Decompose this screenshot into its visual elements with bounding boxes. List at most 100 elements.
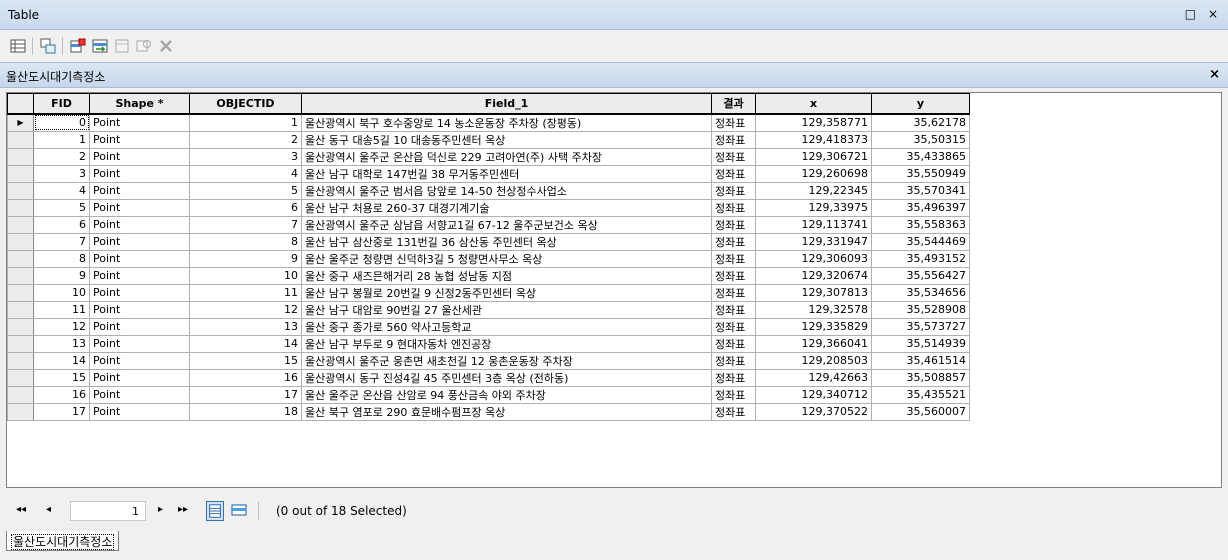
cell-objectid[interactable]: 2: [189, 130, 302, 149]
cell-shape[interactable]: Point: [89, 147, 190, 166]
cell-objectid[interactable]: 5: [189, 181, 302, 200]
cell-shape[interactable]: Point: [89, 130, 190, 149]
current-record-field[interactable]: 1: [70, 501, 146, 521]
clear-selection-icon[interactable]: [114, 38, 130, 54]
cell-result[interactable]: 정좌표: [711, 368, 756, 387]
cell-result[interactable]: 정좌표: [711, 113, 756, 132]
row-selector[interactable]: [7, 300, 34, 319]
cell-fid[interactable]: 4: [33, 181, 90, 200]
cell-x[interactable]: 129,42663: [755, 368, 872, 387]
cell-field-1[interactable]: 울산 울주군 온산읍 산암로 94 풍산금속 야외 주차장: [301, 385, 712, 404]
cell-result[interactable]: 정좌표: [711, 283, 756, 302]
table-row[interactable]: 17 Point 18 울산 북구 염포로 290 효문배수펌프장 옥상 정좌표 129,…: [7, 402, 970, 421]
cell-result[interactable]: 정좌표: [711, 300, 756, 319]
cell-shape[interactable]: Point: [89, 266, 190, 285]
cell-fid[interactable]: 13: [33, 334, 90, 353]
cell-objectid[interactable]: 1: [189, 113, 302, 132]
cell-y[interactable]: 35,570341: [871, 181, 970, 200]
cell-field-1[interactable]: 울산 남구 대학로 147번길 38 무거동주민센터: [301, 164, 712, 183]
cell-result[interactable]: 정좌표: [711, 351, 756, 370]
cell-x[interactable]: 129,306093: [755, 249, 872, 268]
cell-x[interactable]: 129,260698: [755, 164, 872, 183]
previous-record-button[interactable]: ◂: [46, 504, 51, 515]
last-record-button[interactable]: ▸▸: [178, 504, 188, 515]
table-row[interactable]: 14 Point 15 울산광역시 울주군 웅촌면 새초천길 12 웅촌운동장 주차장…: [7, 351, 970, 370]
table-row[interactable]: ▶ 0 Point 1 울산광역시 북구 호수중앙로 14 농소운동장 주차장 (창평동…: [7, 113, 970, 132]
cell-shape[interactable]: Point: [89, 300, 190, 319]
cell-objectid[interactable]: 17: [189, 385, 302, 404]
cell-x[interactable]: 129,208503: [755, 351, 872, 370]
cell-objectid[interactable]: 9: [189, 249, 302, 268]
cell-y[interactable]: 35,50315: [871, 130, 970, 149]
cell-field-1[interactable]: 울산 중구 종가로 560 약사고등학교: [301, 317, 712, 336]
cell-field-1[interactable]: 울산 남구 처용로 260-37 대경기계기술: [301, 198, 712, 217]
cell-objectid[interactable]: 8: [189, 232, 302, 251]
cell-fid[interactable]: 6: [33, 215, 90, 234]
cell-y[interactable]: 35,508857: [871, 368, 970, 387]
cell-field-1[interactable]: 울산 남구 부두로 9 현대자동차 엔진공장: [301, 334, 712, 353]
cell-field-1[interactable]: 울산광역시 북구 호수중앙로 14 농소운동장 주차장 (창평동): [301, 113, 712, 132]
cell-fid[interactable]: 9: [33, 266, 90, 285]
cell-x[interactable]: 129,335829: [755, 317, 872, 336]
cell-objectid[interactable]: 3: [189, 147, 302, 166]
cell-fid[interactable]: 8: [33, 249, 90, 268]
row-selector[interactable]: [7, 215, 34, 234]
row-selector[interactable]: [7, 164, 34, 183]
cell-y[interactable]: 35,534656: [871, 283, 970, 302]
table-row[interactable]: 16 Point 17 울산 울주군 온산읍 산암로 94 풍산금속 야외 주차장 정좌…: [7, 385, 970, 404]
cell-x[interactable]: 129,32578: [755, 300, 872, 319]
row-selector[interactable]: [7, 351, 34, 370]
cell-fid[interactable]: 1: [33, 130, 90, 149]
cell-fid[interactable]: 10: [33, 283, 90, 302]
cell-field-1[interactable]: 울산광역시 울주군 범서읍 당앞로 14-50 천상정수사업소: [301, 181, 712, 200]
cell-objectid[interactable]: 7: [189, 215, 302, 234]
restore-window-button[interactable]: □: [1185, 7, 1200, 21]
cell-shape[interactable]: Point: [89, 283, 190, 302]
cell-fid[interactable]: 16: [33, 385, 90, 404]
cell-shape[interactable]: Point: [89, 215, 190, 234]
column-header-result[interactable]: 결과: [711, 93, 756, 115]
cell-field-1[interactable]: 울산 중구 새즈믄해거리 28 농협 성남동 지점: [301, 266, 712, 285]
row-selector[interactable]: [7, 181, 34, 200]
cell-y[interactable]: 35,556427: [871, 266, 970, 285]
cell-y[interactable]: 35,528908: [871, 300, 970, 319]
cell-field-1[interactable]: 울산 남구 삼산중로 131번길 36 삼산동 주민센터 옥상: [301, 232, 712, 251]
cell-x[interactable]: 129,331947: [755, 232, 872, 251]
table-options-icon[interactable]: [10, 38, 26, 54]
related-tables-icon[interactable]: [40, 38, 56, 54]
delete-selected-icon[interactable]: [158, 38, 174, 54]
cell-y[interactable]: 35,573727: [871, 317, 970, 336]
cell-result[interactable]: 정좌표: [711, 232, 756, 251]
cell-x[interactable]: 129,320674: [755, 266, 872, 285]
cell-objectid[interactable]: 16: [189, 368, 302, 387]
cell-x[interactable]: 129,113741: [755, 215, 872, 234]
cell-y[interactable]: 35,433865: [871, 147, 970, 166]
cell-x[interactable]: 129,418373: [755, 130, 872, 149]
cell-objectid[interactable]: 15: [189, 351, 302, 370]
table-row[interactable]: 3 Point 4 울산 남구 대학로 147번길 38 무거동주민센터 정좌표 129,…: [7, 164, 970, 183]
cell-shape[interactable]: Point: [89, 232, 190, 251]
cell-shape[interactable]: Point: [89, 164, 190, 183]
close-window-button[interactable]: ×: [1208, 7, 1222, 21]
table-row[interactable]: 13 Point 14 울산 남구 부두로 9 현대자동차 엔진공장 정좌표 129,36…: [7, 334, 970, 353]
table-bottom-tab[interactable]: 울산도시대기측정소: [6, 531, 120, 551]
cell-x[interactable]: 129,340712: [755, 385, 872, 404]
cell-objectid[interactable]: 18: [189, 402, 302, 421]
row-selector[interactable]: [7, 198, 34, 217]
cell-fid[interactable]: 17: [33, 402, 90, 421]
cell-objectid[interactable]: 6: [189, 198, 302, 217]
cell-x[interactable]: 129,22345: [755, 181, 872, 200]
cell-fid[interactable]: 5: [33, 198, 90, 217]
cell-shape[interactable]: Point: [89, 181, 190, 200]
cell-y[interactable]: 35,62178: [871, 113, 970, 132]
column-header-y[interactable]: y: [871, 93, 970, 115]
cell-fid[interactable]: 3: [33, 164, 90, 183]
cell-x[interactable]: 129,370522: [755, 402, 872, 421]
cell-shape[interactable]: Point: [89, 368, 190, 387]
cell-y[interactable]: 35,544469: [871, 232, 970, 251]
cell-result[interactable]: 정좌표: [711, 164, 756, 183]
show-all-records-icon[interactable]: [206, 501, 224, 521]
row-selector[interactable]: [7, 147, 34, 166]
switch-selection-icon[interactable]: [92, 38, 108, 54]
cell-result[interactable]: 정좌표: [711, 215, 756, 234]
